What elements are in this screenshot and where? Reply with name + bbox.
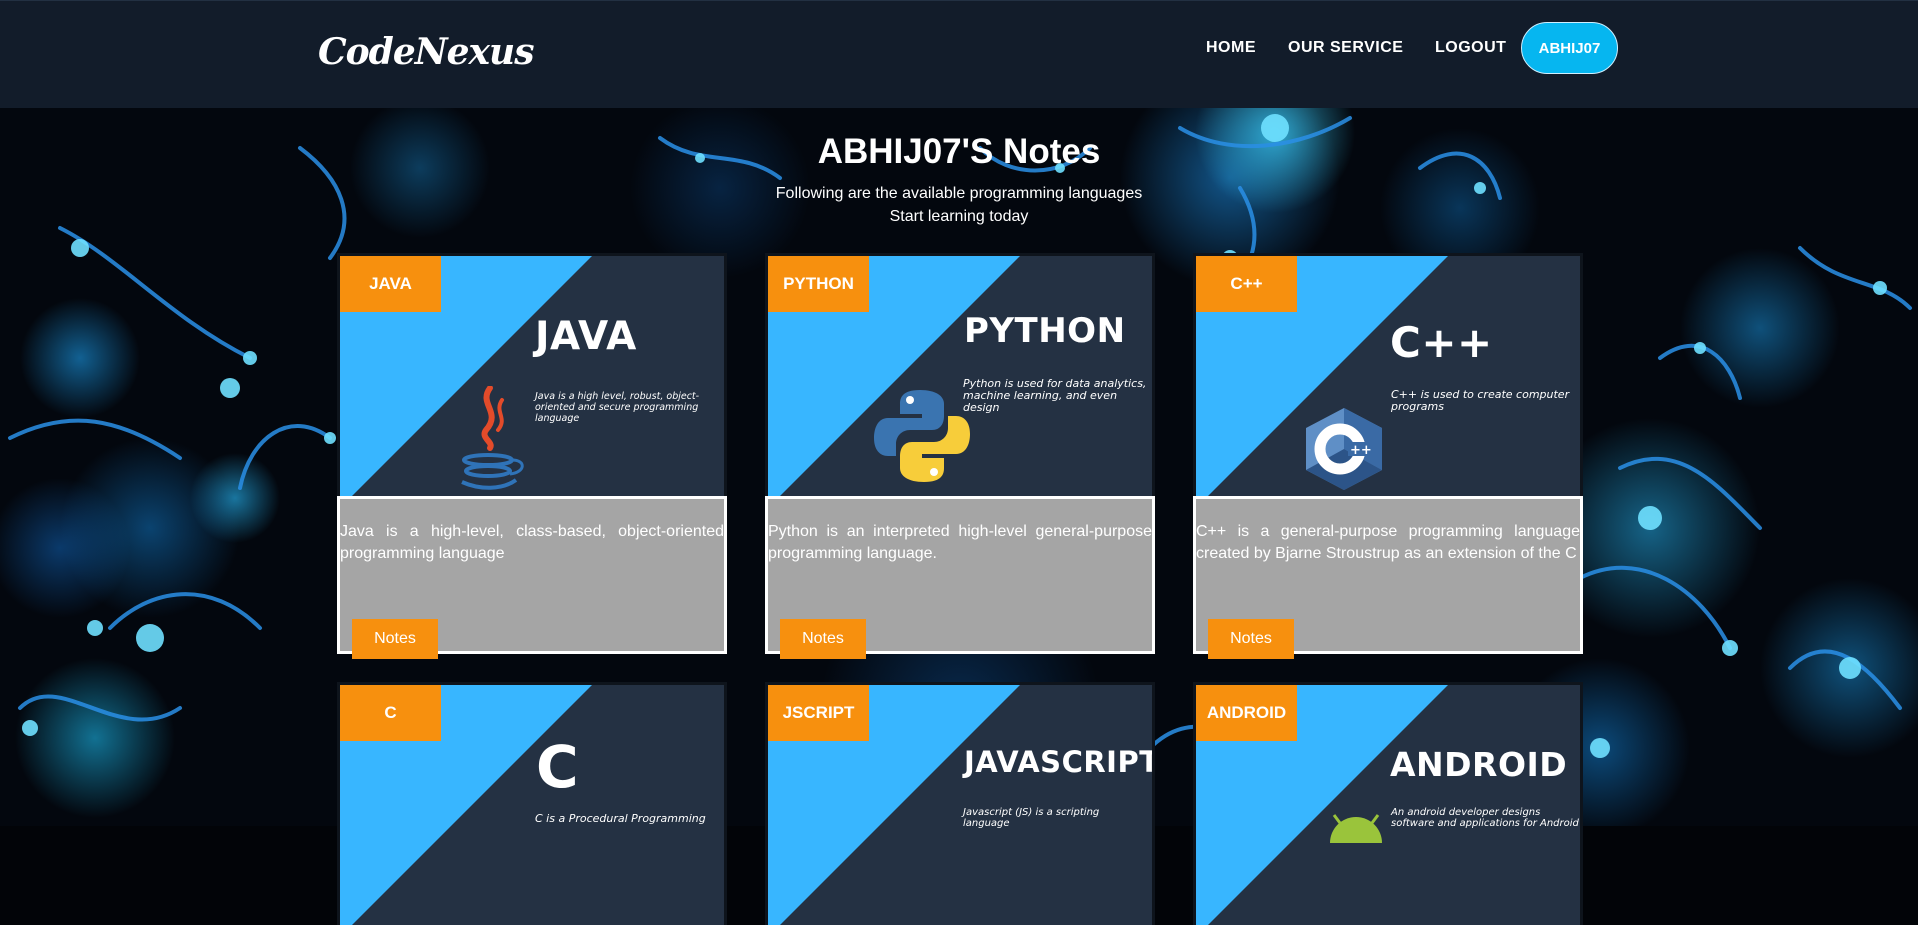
card-image-title: ANDROID [1390,745,1568,784]
cpp-logo-icon: ++ [1306,408,1382,490]
card-image-title: JAVA [535,314,637,359]
card-image: C C C is a Procedural Programming [337,682,727,925]
card-image-tagline: Python is used for data analytics, machi… [963,377,1147,414]
card-image-title: C++ [1390,318,1493,367]
page-subtitle-secondary: Start learning today [889,208,1029,225]
card-description: Python is an interpreted high-level gene… [768,523,1152,562]
card-image: JAVA JAVA Java is a high level, robust, … [337,253,727,496]
card-body: Python is an interpreted high-level gene… [765,496,1155,659]
card-image-title: C [536,733,580,801]
page-subtitle: Following are the available programming … [775,185,1143,202]
card-badge: JSCRIPT [768,685,869,741]
card-body: C++ is a general-purpose programming lan… [1193,496,1583,659]
language-card-python: PYTHON PYTHON Python is used for data an… [765,253,1155,659]
android-logo-icon [1330,814,1382,843]
card-badge: ANDROID [1196,685,1297,741]
card-description: Java is a high-level, class-based, objec… [340,523,724,562]
language-card-c: C C C is a Procedural Programming [337,682,727,925]
language-card-javascript: JSCRIPT JAVASCRIPT Javascript (JS) is a … [765,682,1155,925]
notes-button-python[interactable]: Notes [780,619,866,659]
navbar: CodeNexus HOME OUR SERVICE LOGOUT ABHIJ0… [0,0,1918,108]
card-body: Java is a high-level, class-based, objec… [337,496,727,659]
card-description: C++ is a general-purpose programming lan… [1196,523,1580,562]
user-profile-button[interactable]: ABHIJ07 [1521,22,1618,74]
notes-button-java[interactable]: Notes [352,619,438,659]
card-badge: JAVA [340,256,441,312]
nav-logout-link[interactable]: LOGOUT [1435,39,1506,57]
card-image: ANDROID ANDROID An android developer des… [1193,682,1583,925]
card-image-tagline: C is a Procedural Programming [535,812,706,825]
card-badge: PYTHON [768,256,869,312]
card-badge: C++ [1196,256,1297,312]
python-logo-icon [874,390,970,482]
nav-home-link[interactable]: HOME [1206,39,1256,57]
card-image-tagline: Java is a high level, robust, object-ori… [535,391,700,424]
language-card-cpp: C++ C++ C++ is used to create computer p… [1193,253,1583,659]
page-title: ABHIJ07'S Notes [817,132,1101,171]
nav-our-service-link[interactable]: OUR SERVICE [1288,39,1403,57]
card-image-title: PYTHON [964,311,1126,351]
java-cup-icon [461,386,524,490]
card-image-tagline: C++ is used to create computer programs [1391,388,1570,413]
svg-text:++: ++ [1350,443,1372,458]
language-card-java: JAVA JAVA Java is a high level, robust, … [337,253,727,659]
card-image: JSCRIPT JAVASCRIPT Javascript (JS) is a … [765,682,1155,925]
card-image: PYTHON PYTHON Python is used for data an… [765,253,1155,496]
notes-button-cpp[interactable]: Notes [1208,619,1294,659]
language-card-android: ANDROID ANDROID An android developer des… [1193,682,1583,925]
brand-logo[interactable]: CodeNexus [318,31,534,73]
card-badge: C [340,685,441,741]
card-image-title: JAVASCRIPT [964,745,1155,779]
card-image: C++ C++ C++ is used to create computer p… [1193,253,1583,496]
